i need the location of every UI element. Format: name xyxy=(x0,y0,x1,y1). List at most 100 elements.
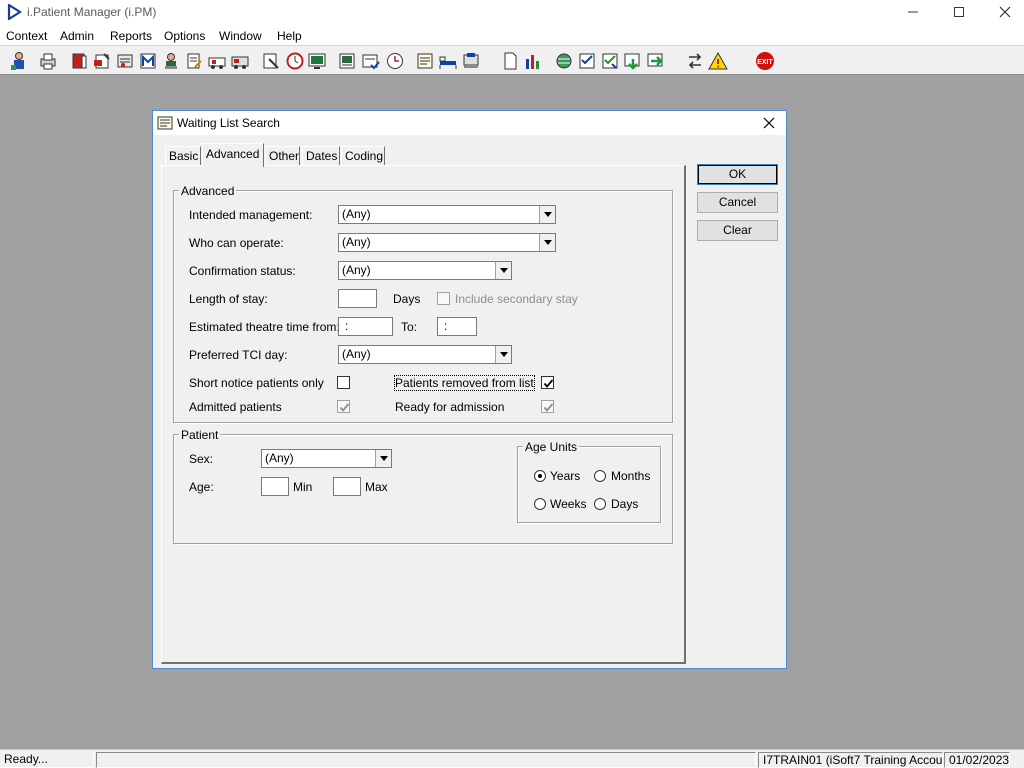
tab-advanced[interactable]: Advanced xyxy=(202,143,264,167)
list-check-icon[interactable] xyxy=(361,51,381,71)
dialog-close-button[interactable] xyxy=(759,114,779,132)
record-icon[interactable] xyxy=(115,51,135,71)
intended-management-label: Intended management: xyxy=(189,208,313,222)
theatre-time-from-input[interactable]: : xyxy=(338,317,393,336)
tab-basic[interactable]: Basic xyxy=(165,146,201,166)
tab-dates[interactable]: Dates xyxy=(302,146,340,166)
transport-icon[interactable] xyxy=(230,51,250,71)
menu-bar: Context Admin Reports Options Window Hel… xyxy=(0,25,1024,46)
tab-coding[interactable]: Coding xyxy=(341,146,385,166)
tab-other[interactable]: Other xyxy=(265,146,300,166)
short-notice-label: Short notice patients only xyxy=(189,376,324,390)
sex-select[interactable]: (Any) xyxy=(261,449,392,468)
bar-chart-icon[interactable] xyxy=(523,51,543,71)
age-unit-months-radio[interactable] xyxy=(594,470,606,482)
monitor-icon[interactable] xyxy=(307,51,327,71)
menu-context[interactable]: Context xyxy=(6,29,47,43)
length-of-stay-input[interactable] xyxy=(338,289,377,308)
book-icon[interactable] xyxy=(69,51,89,71)
dialog-title: Waiting List Search xyxy=(177,116,280,130)
age-unit-years-radio[interactable] xyxy=(534,470,546,482)
status-bar: Ready... I7TRAIN01 (iSoft7 Training Acco… xyxy=(0,749,1024,768)
age-label: Age: xyxy=(189,480,214,494)
preferred-tci-day-value: (Any) xyxy=(342,347,371,361)
waiting-list-icon[interactable] xyxy=(415,51,435,71)
chevron-down-icon[interactable] xyxy=(539,234,555,251)
short-notice-checkbox[interactable] xyxy=(337,376,350,389)
age-unit-years-label: Years xyxy=(550,469,581,483)
refresh-clock-icon[interactable] xyxy=(385,51,405,71)
age-min-input[interactable] xyxy=(261,477,289,496)
confirmation-status-select[interactable]: (Any) xyxy=(338,261,512,280)
theatre-time-to-label: To: xyxy=(401,320,418,334)
bed-icon[interactable] xyxy=(438,51,458,71)
sex-value: (Any) xyxy=(265,451,294,465)
removed-from-list-checkbox[interactable] xyxy=(541,376,554,389)
patient-icon[interactable] xyxy=(9,51,29,71)
globe-icon[interactable] xyxy=(554,51,574,71)
age-unit-months-label: Months xyxy=(611,469,651,483)
ok-button[interactable]: OK xyxy=(697,164,778,185)
document-icon[interactable] xyxy=(500,51,520,71)
chevron-down-icon[interactable] xyxy=(539,206,555,223)
toolbar: EXIT xyxy=(0,46,1024,75)
chevron-down-icon[interactable] xyxy=(495,346,511,363)
dialog-title-bar: Waiting List Search xyxy=(153,111,786,135)
checklist-icon[interactable] xyxy=(577,51,597,71)
menu-window[interactable]: Window xyxy=(219,29,262,43)
document-pen-icon[interactable] xyxy=(184,51,204,71)
menu-options[interactable]: Options xyxy=(164,29,205,43)
age-unit-weeks-radio[interactable] xyxy=(534,498,546,510)
app-title-bar: i.Patient Manager (i.PM) xyxy=(0,0,1024,25)
switch-icon[interactable] xyxy=(685,51,705,71)
chevron-down-icon[interactable] xyxy=(495,262,511,279)
advanced-group-label: Advanced xyxy=(179,184,237,198)
confirmation-status-label: Confirmation status: xyxy=(189,264,296,278)
theatre-time-label: Estimated theatre time from: xyxy=(189,320,340,334)
green-arrow-down-icon[interactable] xyxy=(623,51,643,71)
app-close-button[interactable] xyxy=(982,0,1024,25)
green-arrows-icon[interactable] xyxy=(646,51,666,71)
who-can-operate-select[interactable]: (Any) xyxy=(338,233,556,252)
confirmation-status-value: (Any) xyxy=(342,263,371,277)
menu-admin[interactable]: Admin xyxy=(60,29,94,43)
menu-help[interactable]: Help xyxy=(277,29,302,43)
maximize-button[interactable] xyxy=(936,0,982,25)
m-icon[interactable] xyxy=(138,51,158,71)
preferred-tci-day-select[interactable]: (Any) xyxy=(338,345,512,364)
svg-text:EXIT: EXIT xyxy=(757,59,773,66)
intended-management-select[interactable]: (Any) xyxy=(338,205,556,224)
age-unit-days-radio[interactable] xyxy=(594,498,606,510)
ready-for-admission-checkbox[interactable] xyxy=(541,400,554,413)
clear-button[interactable]: Clear xyxy=(697,220,778,241)
minimize-button[interactable] xyxy=(890,0,936,25)
age-unit-weeks-label: Weeks xyxy=(550,497,587,511)
age-unit-days-label: Days xyxy=(611,497,639,511)
print-icon[interactable] xyxy=(38,51,58,71)
app-logo-icon xyxy=(6,2,23,22)
cancel-button[interactable]: Cancel xyxy=(697,192,778,213)
check-down-icon[interactable] xyxy=(600,51,620,71)
exit-icon[interactable]: EXIT xyxy=(755,51,775,71)
referral-icon[interactable] xyxy=(92,51,112,71)
age-max-input[interactable] xyxy=(333,477,361,496)
theatre-time-to-input[interactable]: : xyxy=(437,317,477,336)
sex-label: Sex: xyxy=(189,452,214,466)
clock-icon[interactable] xyxy=(285,51,305,71)
ambulance-icon[interactable] xyxy=(207,51,227,71)
menu-reports[interactable]: Reports xyxy=(110,29,152,43)
admission-icon[interactable] xyxy=(461,51,481,71)
app-title: i.Patient Manager (i.PM) xyxy=(27,5,157,19)
image-icon[interactable] xyxy=(337,51,357,71)
status-spacer xyxy=(96,752,756,768)
who-can-operate-value: (Any) xyxy=(342,235,371,249)
warning-icon[interactable] xyxy=(708,51,728,71)
admitted-patients-checkbox[interactable] xyxy=(337,400,350,413)
doctor-icon[interactable] xyxy=(161,51,181,71)
patient-group-label: Patient xyxy=(179,428,221,442)
chevron-down-icon[interactable] xyxy=(375,450,391,467)
search-pen-icon[interactable] xyxy=(261,51,281,71)
checkmark-icon xyxy=(339,403,350,412)
include-secondary-stay-checkbox[interactable] xyxy=(437,292,450,305)
age-min-label: Min xyxy=(293,480,313,494)
